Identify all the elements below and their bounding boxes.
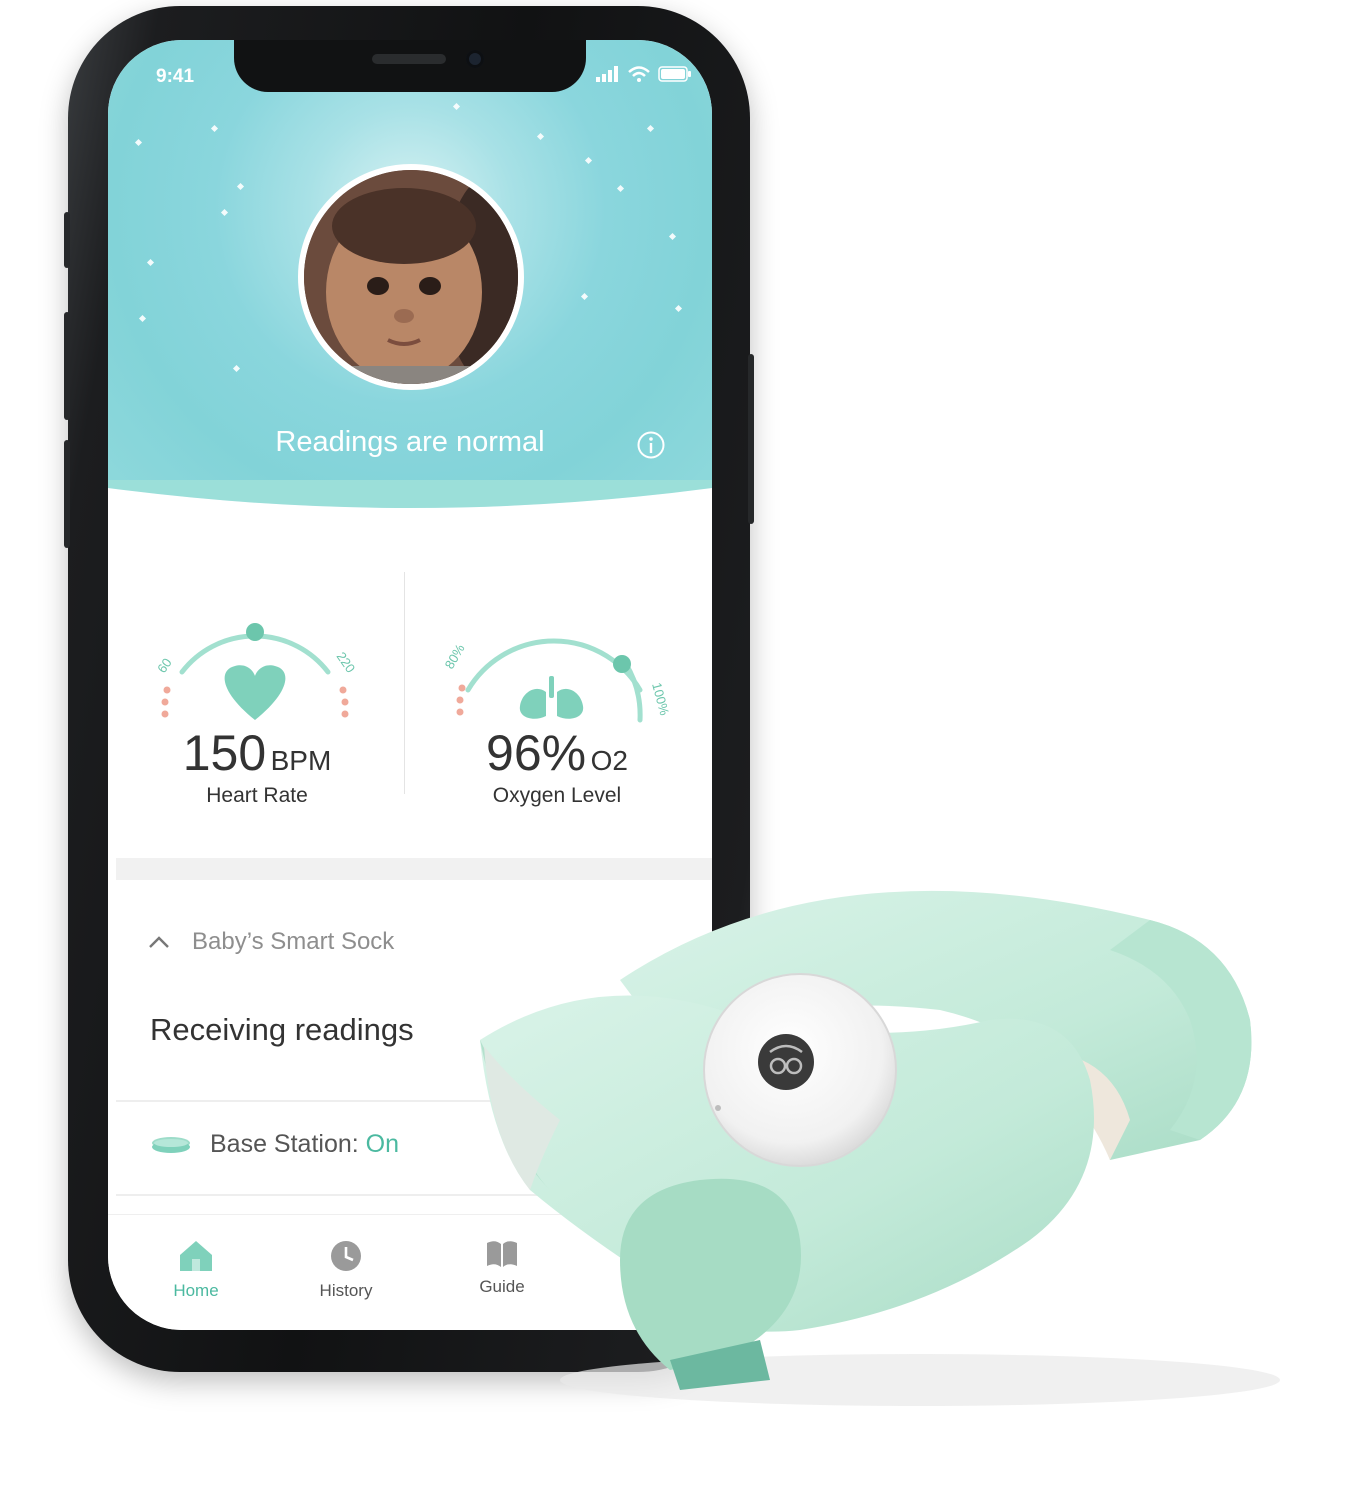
readings-status: Readings are normal — [275, 426, 545, 458]
oxygen-unit: O2 — [590, 745, 628, 776]
owlet-logo-icon — [758, 1034, 814, 1090]
base-station-label: Base Station: — [210, 1130, 359, 1158]
metrics-divider — [404, 572, 405, 794]
home-icon — [180, 1241, 212, 1271]
signal-icon — [596, 66, 618, 82]
oxygen-value: 96% — [486, 725, 587, 781]
smart-sock-product — [480, 890, 1280, 1406]
baby-photo — [304, 170, 518, 384]
status-icons — [596, 66, 692, 82]
smart-sock-title: Baby’s Smart Sock — [192, 928, 395, 955]
tab-history-label: History — [319, 1281, 373, 1300]
tab-history[interactable]: History — [286, 1239, 406, 1301]
base-station-icon — [152, 1136, 190, 1153]
info-icon[interactable] — [636, 430, 666, 460]
front-camera — [466, 50, 484, 68]
phone-side-button — [64, 212, 70, 268]
phone-notch — [234, 40, 586, 92]
base-station-row: Base Station: On — [150, 1130, 399, 1159]
status-time: 9:41 — [156, 66, 195, 87]
oxygen-gauge: 80% 100% — [442, 638, 672, 723]
phone-volume-up — [64, 312, 70, 420]
heart-rate-value: 150 — [182, 725, 267, 781]
heart-rate-reading: 150 BPM Heart Rate — [148, 724, 366, 808]
base-station-value: On — [365, 1130, 400, 1158]
wifi-icon — [628, 66, 650, 82]
chevron-up-icon[interactable] — [148, 935, 170, 949]
earpiece-speaker — [372, 54, 446, 64]
heart-gauge-max-label: 220 — [334, 649, 359, 675]
phone-volume-down — [64, 440, 70, 548]
heart-rate-unit: BPM — [270, 745, 332, 776]
oxygen-gauge-min-label: 80% — [442, 641, 468, 671]
heart-icon — [224, 665, 286, 720]
phone-power-button — [748, 354, 754, 524]
heart-rate-gauge: 60 220 — [154, 623, 359, 720]
tab-home[interactable]: Home — [136, 1239, 256, 1301]
clock-icon — [331, 1241, 361, 1271]
oxygen-label: Oxygen Level — [492, 784, 622, 807]
oxygen-reading: 96% O2 Oxygen Level — [448, 724, 666, 808]
heart-gauge-min-label: 60 — [154, 655, 175, 675]
header-wave — [108, 480, 712, 540]
heart-rate-label: Heart Rate — [206, 784, 308, 807]
sock-status-text: Receiving readings — [150, 1012, 414, 1047]
baby-avatar[interactable] — [298, 164, 524, 390]
oxygen-gauge-max-label: 100% — [649, 681, 672, 717]
lungs-icon — [519, 676, 584, 719]
smart-sock-header[interactable]: Baby’s Smart Sock — [148, 928, 394, 956]
battery-icon — [658, 66, 691, 82]
tab-home-label: Home — [173, 1281, 219, 1300]
